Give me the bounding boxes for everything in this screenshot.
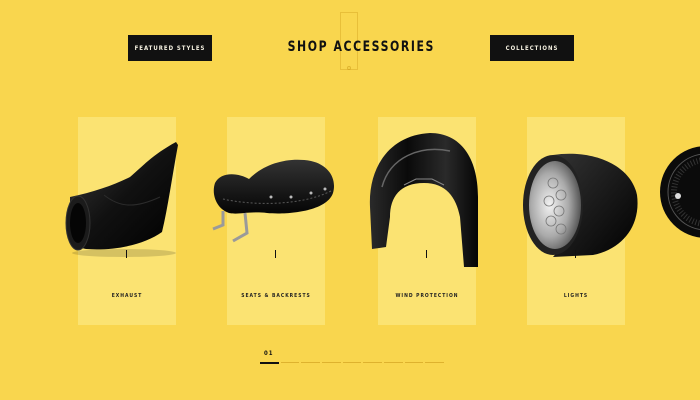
headlight-icon [523,153,638,257]
category-label: LIGHTS [563,293,589,299]
pager-segment[interactable] [322,362,341,363]
pager-segment[interactable] [384,362,403,363]
pager-segment[interactable] [301,362,321,363]
pager-track[interactable] [260,362,445,364]
card-divider [126,250,127,258]
pager-segment[interactable] [342,362,362,363]
featured-styles-button[interactable]: FEATURED STYLES [128,35,212,61]
pager-segment[interactable] [425,362,445,363]
card-divider [426,250,427,258]
pager-segment[interactable] [363,362,383,363]
category-card-lights[interactable]: LIGHTS [523,117,638,325]
pager-segment-active[interactable] [260,362,279,364]
seat-icon [212,159,335,243]
exhaust-icon [65,142,178,257]
category-card-exhaust[interactable]: EXHAUST [65,117,178,325]
header: FEATURED STYLES SHOP ACCESSORIES COLLECT… [0,0,700,100]
category-label: WIND PROTECTION [395,293,459,299]
collections-button[interactable]: COLLECTIONS [490,35,574,61]
category-card-wind-protection[interactable]: WIND PROTECTION [369,117,478,325]
card-divider [275,250,276,258]
card-divider [575,250,576,258]
air-cleaner-icon[interactable] [658,140,700,250]
pager-current: 01 [264,350,274,357]
category-card-seats[interactable]: SEATS & BACKRESTS [212,117,335,325]
carousel-pager[interactable]: 01 [260,350,460,370]
pager-segment[interactable] [280,362,300,363]
pager-segment[interactable] [404,362,424,363]
category-label: EXHAUST [111,293,143,299]
decorative-dot-icon [347,66,351,70]
title-area: SHOP ACCESSORIES [270,12,435,70]
windshield-icon [369,133,478,267]
category-label: SEATS & BACKRESTS [241,293,311,299]
page-title: SHOP ACCESSORIES [287,39,435,55]
